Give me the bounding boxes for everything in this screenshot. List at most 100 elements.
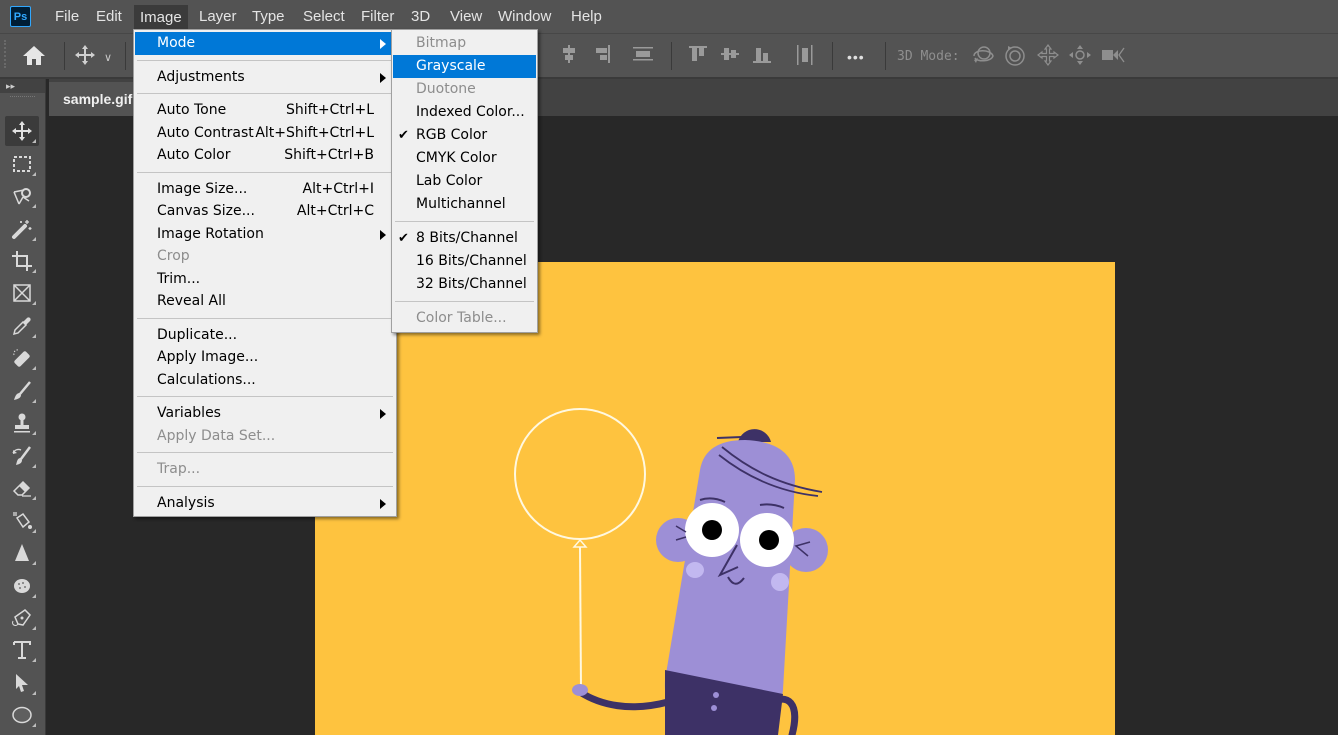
orbit-3d-icon[interactable] [971,44,995,72]
align-top-icon[interactable] [688,44,708,70]
menu-item-auto-color[interactable]: Auto Color Shift+Ctrl+B [135,144,395,167]
menu-edit[interactable]: Edit [90,0,128,33]
tool-healing-brush[interactable] [5,343,39,373]
menu-item-mode[interactable]: Mode [135,32,395,55]
tools-panel: ▸▸ [0,79,46,735]
tool-frame[interactable] [5,278,39,308]
menu-item-auto-contrast[interactable]: Auto Contrast Alt+Shift+Ctrl+L [135,122,395,145]
tool-eyedropper[interactable] [5,311,39,341]
align-middle-icon[interactable] [720,44,740,70]
tool-paint-bucket[interactable] [5,506,39,536]
submenu-arrow-icon [380,72,386,83]
more-options-button[interactable]: ••• [847,45,865,69]
collapse-panel-icon[interactable]: ▸▸ [0,79,45,93]
menu-item-label: CMYK Color [416,150,497,166]
align-vertical-center-icon[interactable] [560,44,578,70]
menu-item-trap: Trap... [135,458,395,481]
3d-mode-label: 3D Mode: [897,49,960,64]
tool-clone-stamp[interactable] [5,408,39,438]
mode-item-32-bits-channel[interactable]: 32 Bits/Channel [393,273,536,296]
tool-move[interactable] [5,116,39,146]
menu-item-label: Reveal All [157,293,226,309]
slide-3d-icon[interactable] [1068,44,1092,72]
menu-item-image-size[interactable]: Image Size... Alt+Ctrl+I [135,178,395,201]
menu-item-label: Calculations... [157,371,256,388]
tool-pen[interactable] [5,603,39,633]
tool-crop[interactable] [5,246,39,276]
menu-item-auto-tone[interactable]: Auto Tone Shift+Ctrl+L [135,99,395,122]
menu-item-label: Auto Color [157,147,231,163]
mode-item-grayscale[interactable]: Grayscale [393,55,536,78]
options-bar-grip[interactable] [4,40,7,68]
tool-lasso[interactable] [5,181,39,211]
tool-brush[interactable] [5,376,39,406]
menu-item-apply-data-set: Apply Data Set... [135,425,395,448]
menu-item-label: Lab Color [416,173,483,189]
submenu-arrow-icon [380,229,386,240]
mode-submenu: Bitmap Grayscale Duotone Indexed Color... ✔ R… [391,29,538,333]
mode-item-multichannel[interactable]: Multichannel [393,193,536,216]
checkmark-icon: ✔ [398,128,409,143]
menu-item-reveal-all[interactable]: Reveal All [135,290,395,313]
menu-item-label: Canvas Size... [157,203,255,219]
menu-separator [137,93,393,94]
tool-eraser[interactable] [5,473,39,503]
ellipse-icon [12,706,32,724]
chevron-down-icon[interactable]: ∨ [104,46,112,70]
mode-item-indexed-color[interactable]: Indexed Color... [393,101,536,124]
menu-item-label: Apply Image... [157,349,259,365]
tool-path-selection[interactable] [5,668,39,698]
distribute-vertical-icon[interactable] [632,44,654,70]
brush-icon [14,381,31,400]
menu-item-duplicate[interactable]: Duplicate... [135,324,395,347]
scale-3d-icon[interactable] [1100,44,1126,72]
pen-icon [12,609,31,626]
align-right-icon[interactable] [593,44,611,70]
menu-item-label: Apply Data Set... [157,427,276,444]
tool-sharpen[interactable] [5,538,39,568]
menu-item-adjustments[interactable]: Adjustments [135,66,395,89]
mode-item-rgb-color[interactable]: ✔ RGB Color [393,124,536,147]
photoshop-logo: Ps [10,6,31,27]
mode-item-bitmap: Bitmap [393,32,536,55]
lasso-icon [13,188,31,205]
menu-item-shortcut: Shift+Ctrl+B [284,147,374,163]
clone-stamp-icon [14,413,30,433]
menu-item-label: Duotone [416,81,476,97]
menu-item-variables[interactable]: Variables [135,402,395,425]
mode-item-lab-color[interactable]: Lab Color [393,170,536,193]
tool-magic-wand[interactable] [5,214,39,244]
mode-item-8-bits-channel[interactable]: ✔ 8 Bits/Channel [393,227,536,250]
menu-item-trim[interactable]: Trim... [135,268,395,291]
menu-item-analysis[interactable]: Analysis [135,492,395,515]
tool-sponge[interactable] [5,571,39,601]
menu-item-calculations[interactable]: Calculations... [135,369,395,392]
menu-item-label: Duplicate... [157,326,238,343]
menu-item-apply-image[interactable]: Apply Image... [135,346,395,369]
distribute-horizontal-icon[interactable] [795,44,815,72]
document-tab[interactable]: sample.gif [49,82,147,116]
pan-3d-icon[interactable] [1037,44,1059,72]
sharpen-icon [15,544,29,561]
tool-rectangular-marquee[interactable] [5,149,39,179]
mode-item-cmyk-color[interactable]: CMYK Color [393,147,536,170]
menu-file[interactable]: File [49,0,85,33]
menu-item-label: 16 Bits/Channel [416,253,527,269]
menu-item-image-rotation[interactable]: Image Rotation [135,223,395,246]
tool-type[interactable] [5,635,39,665]
menu-item-label: Adjustments [157,68,245,85]
menu-item-canvas-size[interactable]: Canvas Size... Alt+Ctrl+C [135,200,395,223]
tools-panel-grip[interactable] [10,96,35,108]
align-bottom-icon[interactable] [752,44,772,70]
home-icon[interactable] [22,44,46,72]
mode-item-duotone: Duotone [393,78,536,101]
move-tool-icon[interactable] [74,44,96,72]
tool-history-brush[interactable] [5,441,39,471]
menu-help[interactable]: Help [565,0,608,33]
roll-3d-icon[interactable] [1004,44,1026,72]
menu-item-label: Image Rotation [157,225,264,242]
menu-separator [137,452,393,453]
tool-ellipse[interactable] [5,700,39,730]
mode-item-16-bits-channel[interactable]: 16 Bits/Channel [393,250,536,273]
menu-image[interactable]: Image [134,5,188,32]
